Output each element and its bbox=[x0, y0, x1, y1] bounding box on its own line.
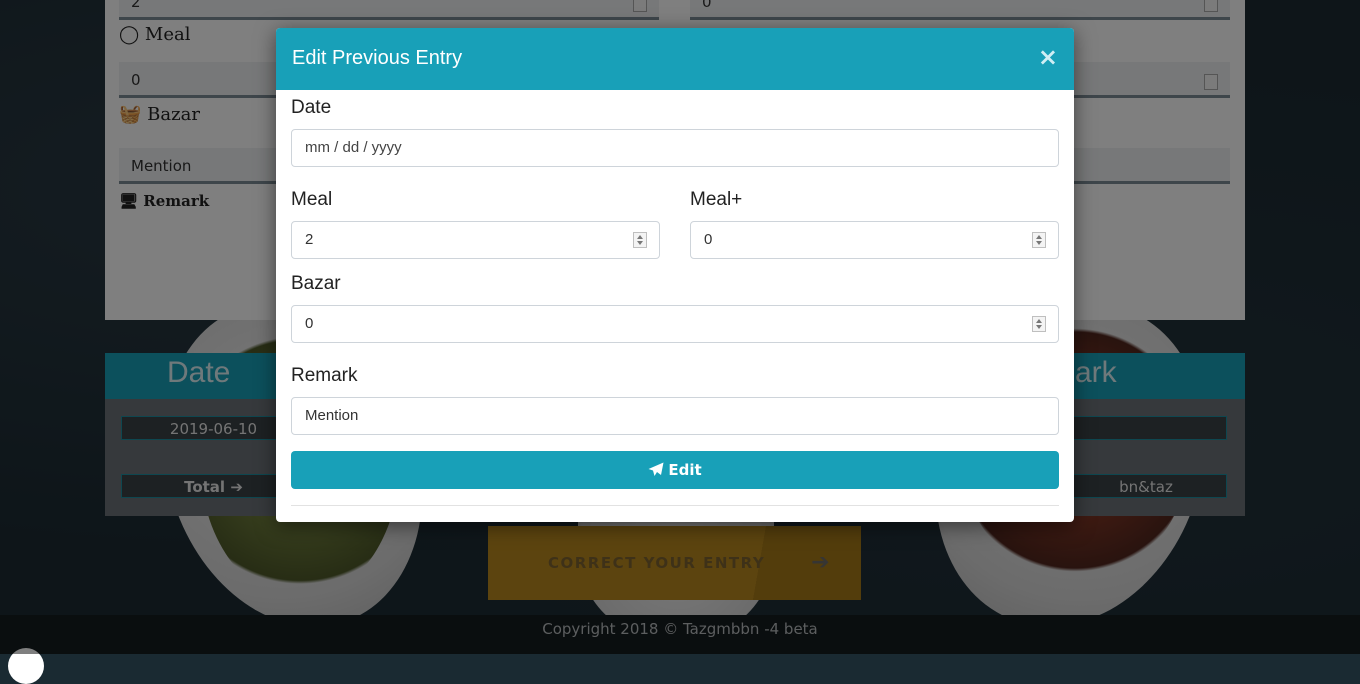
meal-plus-label: Meal+ bbox=[690, 189, 743, 210]
meal-input[interactable]: 2 bbox=[291, 221, 660, 259]
bazar-label: Bazar bbox=[291, 273, 341, 294]
modal-title: Edit Previous Entry bbox=[292, 47, 463, 69]
number-spinner-icon[interactable] bbox=[1032, 232, 1046, 248]
number-spinner-icon[interactable] bbox=[1032, 316, 1046, 332]
modal-divider bbox=[291, 505, 1059, 506]
date-label: Date bbox=[291, 97, 332, 118]
meal-label: Meal bbox=[291, 189, 333, 210]
edit-button[interactable]: Edit bbox=[291, 451, 1059, 489]
date-placeholder: mm / dd / yyyy bbox=[305, 139, 402, 156]
remark-input[interactable]: Mention bbox=[291, 397, 1059, 435]
meal-value: 2 bbox=[305, 231, 314, 248]
bazar-value: 0 bbox=[305, 315, 314, 332]
remark-value: Mention bbox=[305, 407, 359, 424]
modal-header: Edit Previous Entry × bbox=[276, 28, 1074, 90]
bazar-input[interactable]: 0 bbox=[291, 305, 1059, 343]
number-spinner-icon[interactable] bbox=[633, 232, 647, 248]
meal-plus-value: 0 bbox=[704, 231, 713, 248]
remark-label: Remark bbox=[291, 365, 358, 386]
close-icon[interactable]: × bbox=[1038, 43, 1058, 71]
date-input[interactable]: mm / dd / yyyy bbox=[291, 129, 1059, 167]
edit-button-label: Edit bbox=[668, 461, 702, 479]
paper-plane-icon bbox=[648, 462, 664, 476]
edit-entry-modal: Edit Previous Entry × Date mm / dd / yyy… bbox=[276, 28, 1074, 522]
meal-plus-input[interactable]: 0 bbox=[690, 221, 1059, 259]
